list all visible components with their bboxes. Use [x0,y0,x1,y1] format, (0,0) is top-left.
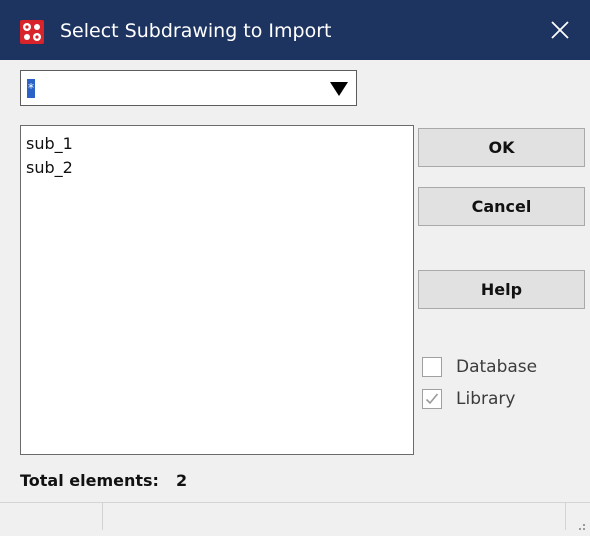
cancel-button[interactable]: Cancel [418,187,585,226]
status-bar [0,502,590,530]
app-logo-icon [20,20,44,44]
library-checkbox[interactable] [422,389,442,409]
ok-button[interactable]: OK [418,128,585,167]
library-label: Library [456,389,516,409]
subdrawing-list[interactable]: sub_1 sub_2 [20,125,414,455]
resize-grip-icon[interactable] [576,517,586,530]
close-icon [551,21,569,39]
list-item[interactable]: sub_1 [26,134,73,154]
list-item[interactable]: sub_2 [26,158,73,178]
help-button[interactable]: Help [418,270,585,309]
database-label: Database [456,357,538,377]
status-pane [0,503,103,530]
filter-value: * [27,79,35,98]
total-elements-label: Total elements: [20,471,159,490]
total-elements-value: 2 [176,471,188,490]
checkmark-icon [425,393,439,405]
close-button[interactable] [530,0,590,60]
filter-dropdown[interactable]: * [20,70,357,106]
window-title: Select Subdrawing to Import [60,20,332,42]
dropdown-arrow-icon[interactable] [330,81,348,96]
database-checkbox[interactable] [422,357,442,377]
title-bar: Select Subdrawing to Import [0,0,590,60]
status-pane [103,503,566,530]
